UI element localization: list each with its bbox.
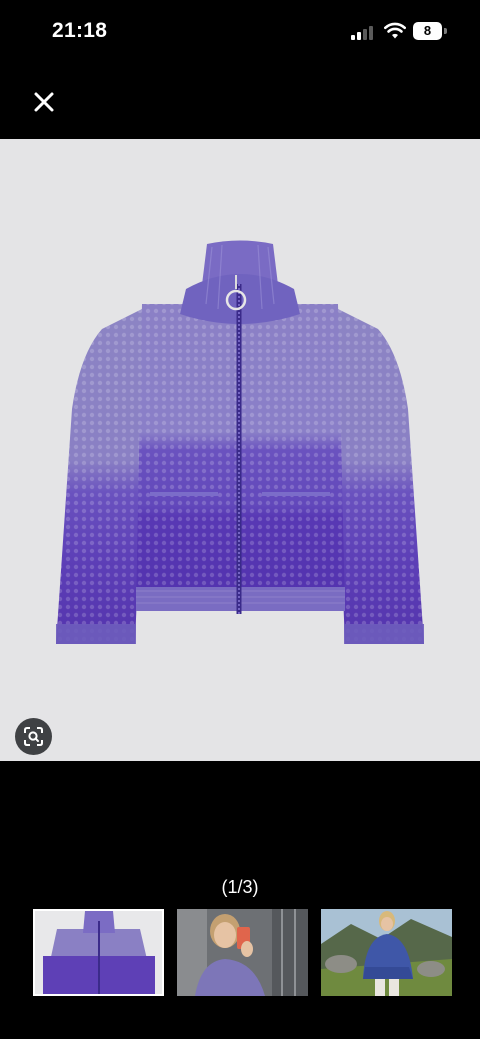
visual-search-button[interactable] xyxy=(15,718,52,755)
sweater-image xyxy=(56,240,424,644)
status-bar: 21:18 8 xyxy=(0,0,480,64)
wifi-icon xyxy=(384,22,406,39)
image-counter: (1/3) xyxy=(221,877,259,897)
status-time: 21:18 xyxy=(52,19,108,42)
battery-icon: 8 xyxy=(413,22,447,40)
battery-level: 8 xyxy=(423,23,432,38)
close-icon[interactable] xyxy=(30,88,58,116)
thumbnail-outdoor[interactable] xyxy=(321,909,452,996)
visual-search-icon xyxy=(24,727,43,746)
thumbnail-mirror-selfie[interactable] xyxy=(177,909,308,996)
main-product-image[interactable] xyxy=(0,139,480,761)
thumbnail-product[interactable] xyxy=(33,909,164,996)
signal-icon xyxy=(351,24,375,40)
